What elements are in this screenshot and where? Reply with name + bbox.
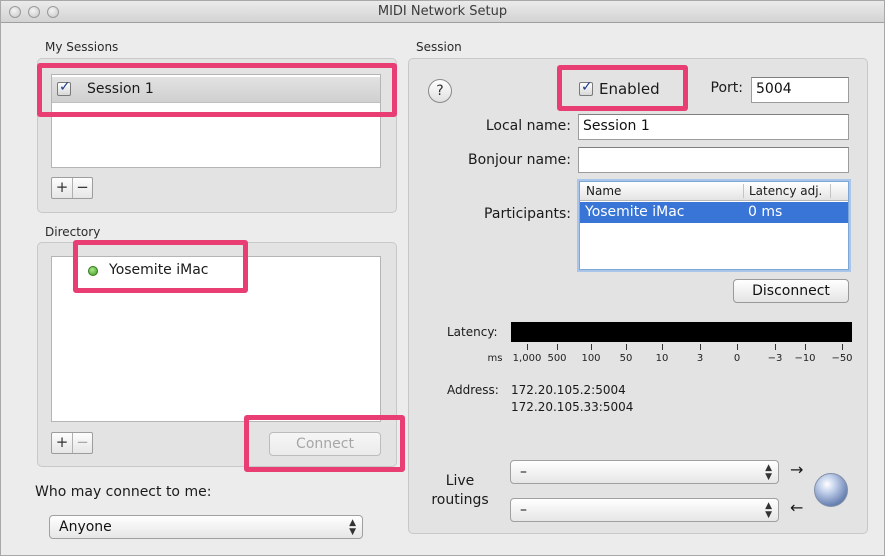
network-globe-icon <box>814 473 848 507</box>
port-label: Port: <box>710 80 743 96</box>
address-label: Address: <box>447 383 499 397</box>
popup-arrows-icon: ▲ ▼ <box>765 501 772 520</box>
arrow-right-icon: → <box>790 460 804 479</box>
latency-scale-label: 100 <box>581 353 601 364</box>
latency-scale-tick <box>842 344 843 350</box>
local-name-label: Local name: <box>485 118 571 134</box>
live-routings-label-line2: routings <box>431 492 489 508</box>
latency-scale-label: 10 <box>655 353 669 364</box>
directory-add-remove: + − <box>51 432 93 454</box>
my-sessions-label: My Sessions <box>45 40 119 54</box>
title-bar: MIDI Network Setup <box>1 1 884 23</box>
local-name-field[interactable]: Session 1 <box>578 114 849 140</box>
window-title: MIDI Network Setup <box>377 4 508 19</box>
live-routings-label-line1: Live <box>445 473 475 489</box>
latency-scale-label: −10 <box>794 353 816 364</box>
popup-arrows-icon: ▲ ▼ <box>349 518 356 537</box>
highlight-connect-button <box>244 415 405 472</box>
latency-meter <box>511 322 852 342</box>
participants-label: Participants: <box>484 206 571 222</box>
remove-directory-button[interactable]: − <box>72 433 92 453</box>
address-2: 172.20.105.33:5004 <box>511 400 634 414</box>
latency-scale-tick <box>557 344 558 350</box>
routing-out-popup[interactable]: – ▲ ▼ <box>510 498 779 522</box>
latency-scale-label: −50 <box>831 353 853 364</box>
popup-arrows-icon: ▲ ▼ <box>765 463 772 482</box>
bonjour-name-label: Bonjour name: <box>468 152 571 168</box>
highlight-enabled-checkbox <box>557 65 688 111</box>
latency-scale-label: 50 <box>619 353 633 364</box>
participant-name: Yosemite iMac <box>585 204 685 220</box>
latency-scale-label: 1,000 <box>512 353 542 364</box>
add-session-button[interactable]: + <box>52 178 72 198</box>
who-may-connect-popup[interactable]: Anyone ▲ ▼ <box>49 515 363 539</box>
highlight-session-row <box>37 63 397 117</box>
latency-scale-tick <box>591 344 592 350</box>
midi-network-setup-window: MIDI Network Setup My Sessions ✓ Session… <box>0 0 885 556</box>
disconnect-button[interactable]: Disconnect <box>733 279 849 303</box>
latency-scale-label: 3 <box>696 353 704 364</box>
address-1: 172.20.105.2:5004 <box>511 383 626 397</box>
routing-out-value: – <box>520 502 527 518</box>
add-directory-button[interactable]: + <box>52 433 72 453</box>
port-field[interactable]: 5004 <box>751 77 849 103</box>
who-may-connect-label: Who may connect to me: <box>35 484 212 500</box>
remove-session-button[interactable]: − <box>72 178 92 198</box>
column-separator <box>830 184 831 198</box>
session-label: Session <box>416 40 462 54</box>
participant-latency: 0 ms <box>748 204 783 220</box>
participants-header: Name Latency adj. <box>580 182 848 201</box>
latency-scale-tick <box>527 344 528 350</box>
highlight-directory-item <box>73 240 248 293</box>
routing-in-popup[interactable]: – ▲ ▼ <box>510 460 779 484</box>
directory-label: Directory <box>45 225 101 239</box>
arrow-left-icon: ← <box>790 498 804 517</box>
participants-table[interactable]: Name Latency adj. Yosemite iMac 0 ms <box>579 181 849 270</box>
sessions-add-remove: + − <box>51 177 93 199</box>
latency-scale-label: 500 <box>547 353 567 364</box>
latency-scale-label: −3 <box>767 353 783 364</box>
column-latency-adj[interactable]: Latency adj. <box>749 184 822 198</box>
latency-unit: ms <box>487 353 503 364</box>
latency-scale-tick <box>626 344 627 350</box>
latency-scale-tick <box>805 344 806 350</box>
column-separator <box>743 184 744 198</box>
latency-scale-tick <box>775 344 776 350</box>
latency-scale-tick <box>662 344 663 350</box>
routing-in-value: – <box>520 464 527 480</box>
column-name[interactable]: Name <box>586 184 621 198</box>
latency-label: Latency: <box>447 325 498 339</box>
latency-scale-tick <box>737 344 738 350</box>
latency-scale-tick <box>700 344 701 350</box>
latency-scale-label: 0 <box>733 353 741 364</box>
participant-row[interactable]: Yosemite iMac 0 ms <box>580 202 848 223</box>
who-may-connect-value: Anyone <box>59 519 112 535</box>
help-icon[interactable]: ? <box>428 79 452 103</box>
bonjour-name-field[interactable] <box>578 147 849 173</box>
